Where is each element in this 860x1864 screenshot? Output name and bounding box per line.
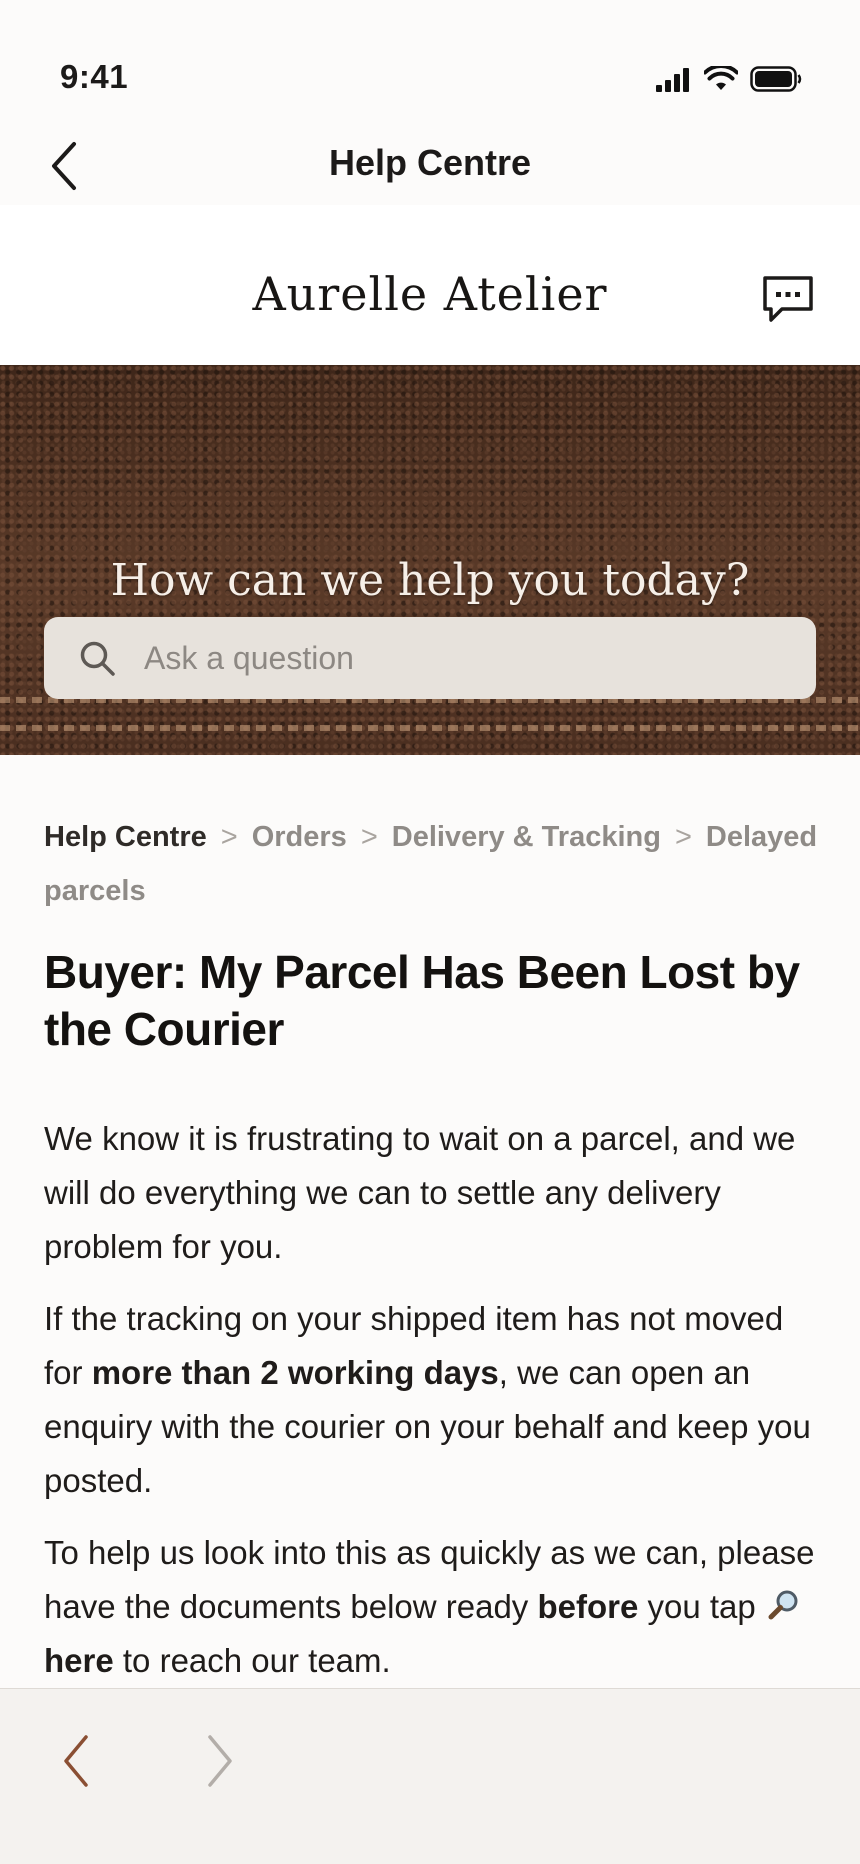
search-input[interactable]	[144, 617, 784, 699]
status-icons	[656, 66, 802, 92]
emphasis-text: more than 2 working days	[91, 1354, 499, 1391]
signal-icon	[656, 68, 689, 92]
chevron-left-icon[interactable]	[54, 1729, 98, 1793]
article-paragraph-2: If the tracking on your shipped item has…	[44, 1292, 824, 1508]
article-paragraph-1: We know it is frustrating to wait on a p…	[44, 1120, 796, 1265]
hero-stitch-lower	[0, 725, 860, 731]
contact-team-link[interactable]: here	[44, 1642, 114, 1679]
paragraph-text: you tap	[638, 1588, 765, 1625]
paragraph-text: to reach our team.	[113, 1642, 391, 1679]
help-article-screen: 9:41 Help Centre Aurelle Atelier How can…	[0, 0, 860, 1864]
breadcrumb: Help Centre > Orders > Delivery & Tracking > D…	[44, 810, 824, 918]
status-time: 9:41	[60, 58, 129, 95]
breadcrumb-item-help-centre[interactable]: Help Centre	[44, 821, 207, 853]
article-paragraph-3: To help us look into this as quickly as …	[44, 1526, 824, 1688]
wifi-icon	[704, 66, 738, 90]
breadcrumb-separator: >	[360, 821, 378, 853]
breadcrumb-separator: >	[220, 821, 238, 853]
search-icon	[80, 641, 115, 676]
search-bar[interactable]	[44, 617, 816, 699]
status-bar: 9:41	[0, 0, 860, 110]
brand-logo-text: Aurelle Atelier	[252, 267, 608, 321]
magnifying-glass-icon	[768, 1590, 798, 1620]
hero-banner: How can we help you today?	[0, 365, 860, 755]
breadcrumb-item-orders[interactable]: Orders	[252, 821, 347, 853]
breadcrumb-separator: >	[674, 821, 692, 853]
article-title: Buyer: My Parcel Has Been Lost by the Co…	[44, 946, 800, 1055]
chevron-right-icon[interactable]	[198, 1729, 242, 1793]
nav-title: Help Centre	[328, 142, 532, 183]
bottom-toolbar	[0, 1688, 860, 1864]
brand-header: Aurelle Atelier	[0, 205, 860, 365]
article-content: Help Centre > Orders > Delivery & Tracking > D…	[44, 810, 824, 1688]
emphasis-text: before	[537, 1588, 639, 1625]
breadcrumb-item-delivery-tracking[interactable]: Delivery & Tracking	[392, 821, 661, 853]
battery-icon	[750, 66, 802, 92]
chat-bubble-icon[interactable]	[760, 273, 816, 325]
hero-heading: How can we help you today?	[110, 555, 750, 606]
